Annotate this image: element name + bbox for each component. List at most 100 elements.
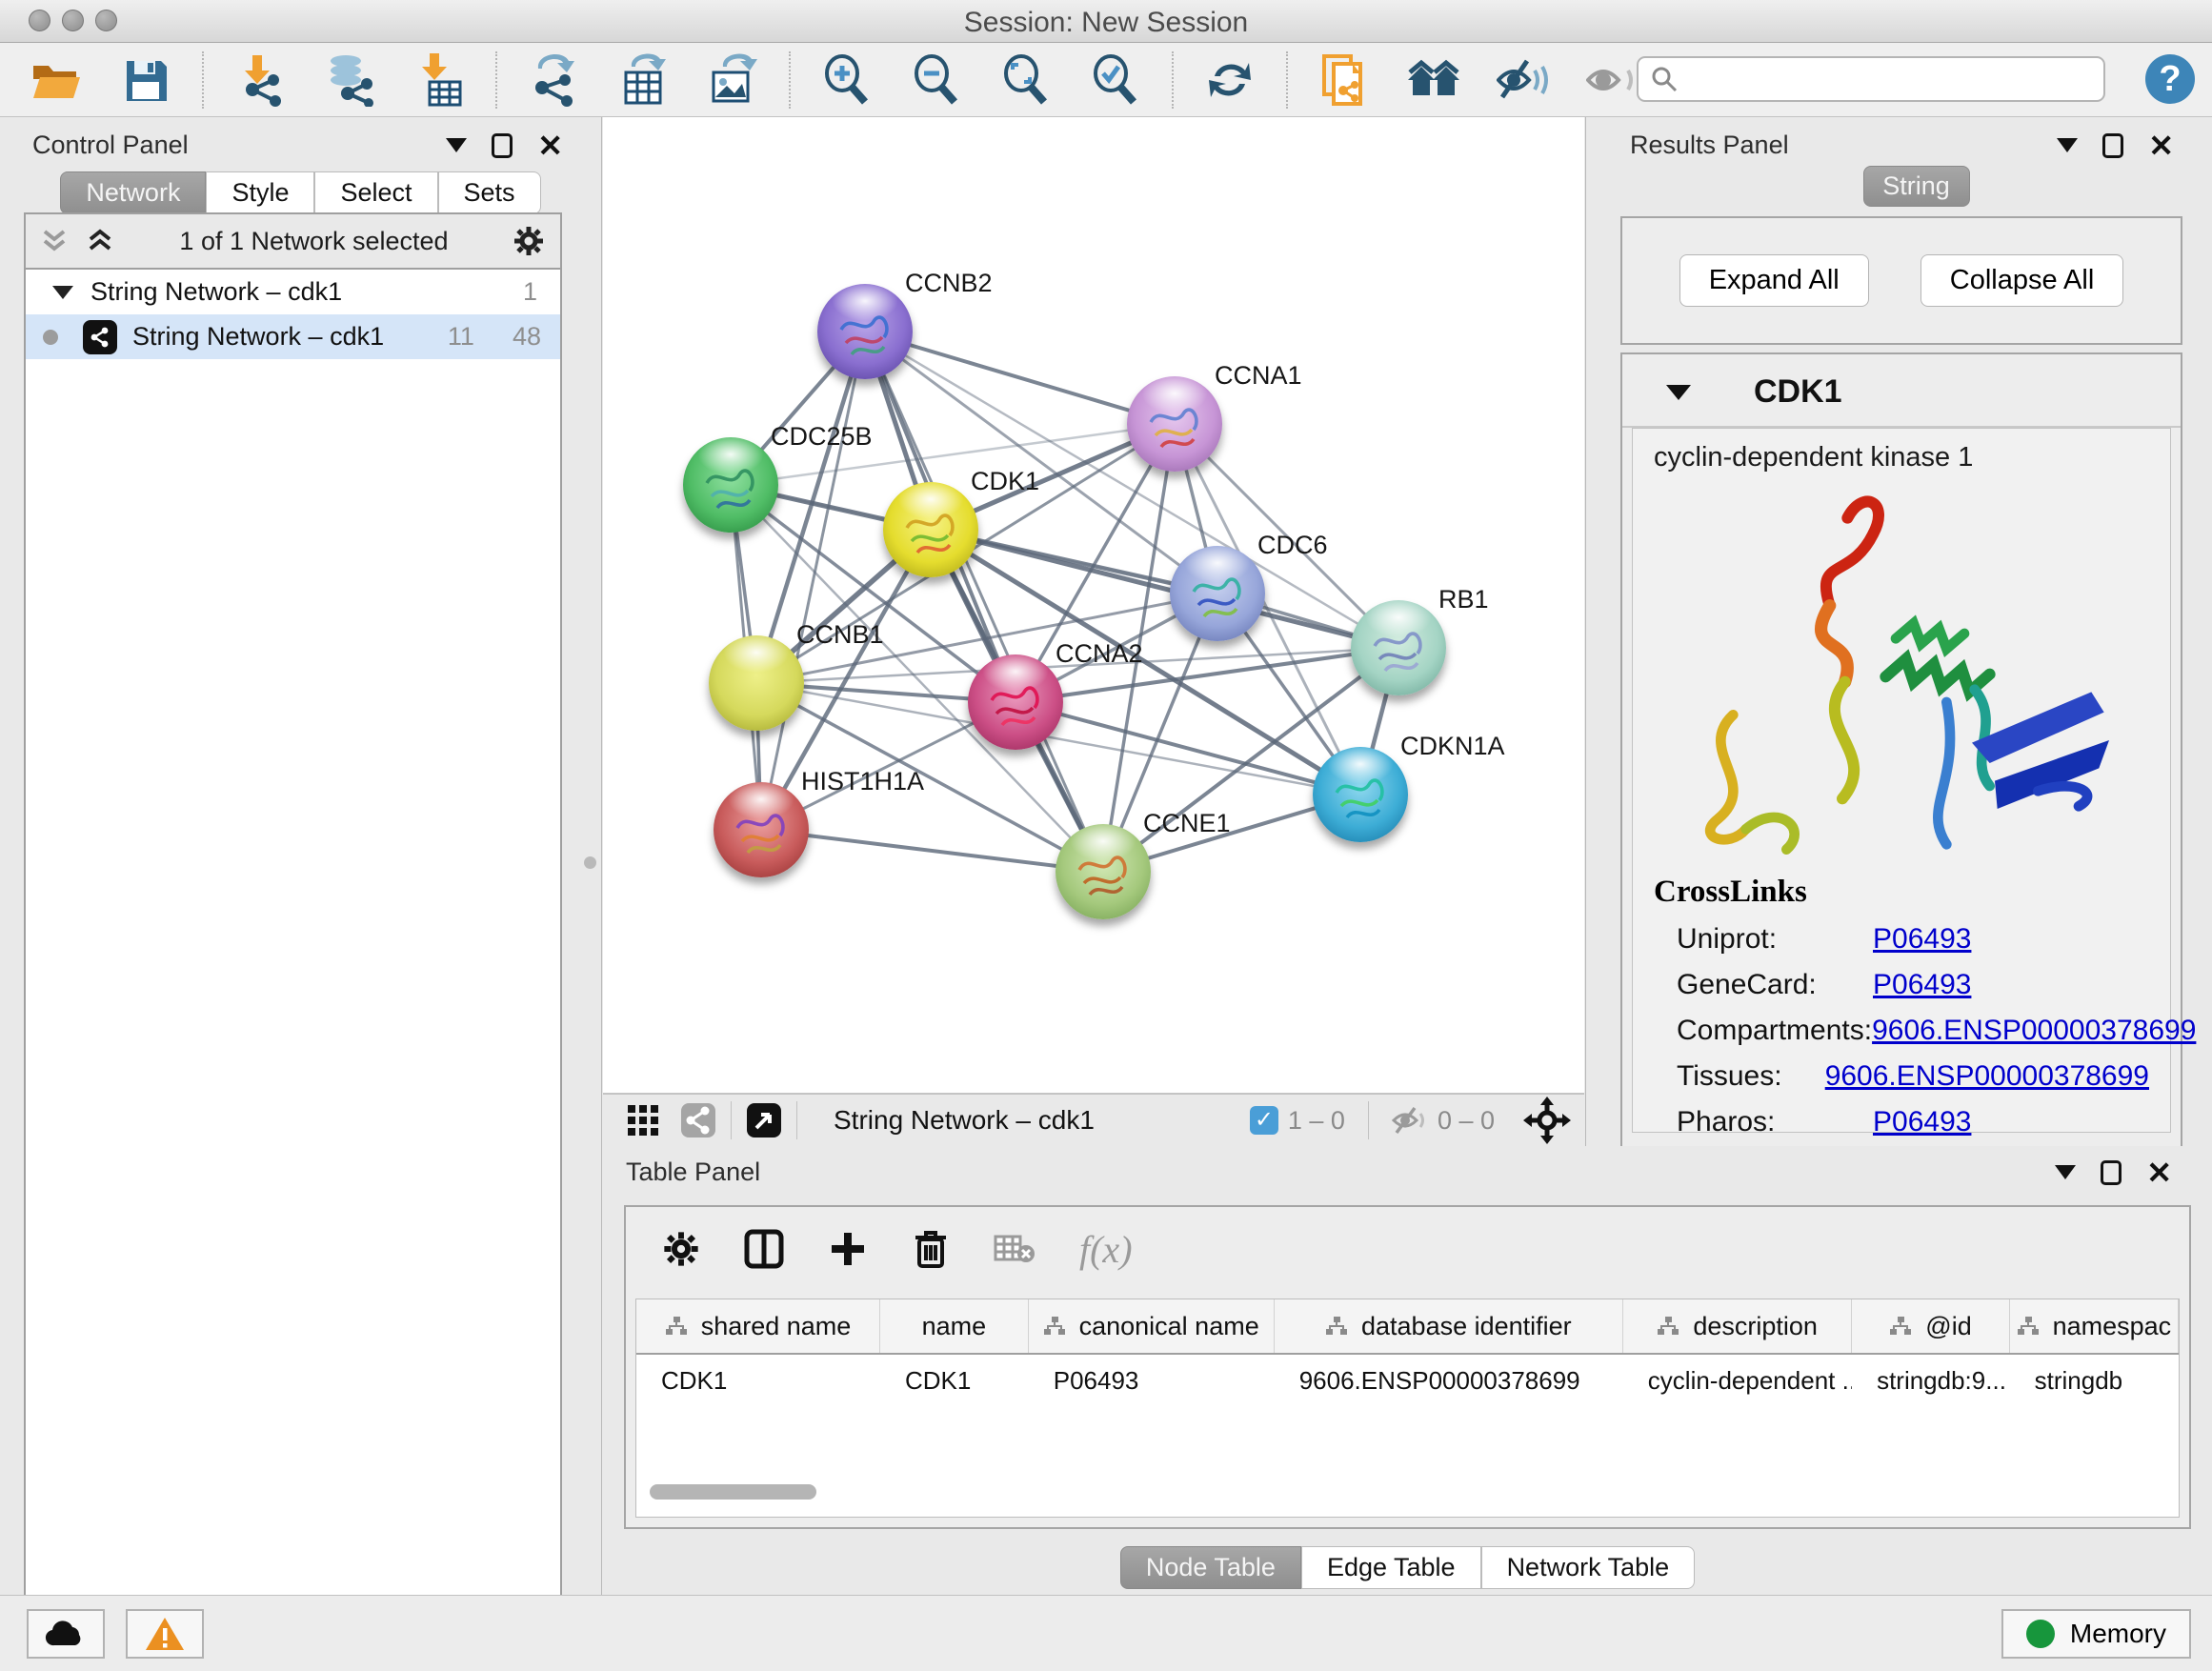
node-CDK1[interactable]: [883, 482, 978, 577]
import-network-database-button[interactable]: [322, 52, 377, 108]
import-network-file-button[interactable]: [232, 52, 288, 108]
column-header-namespac[interactable]: namespac: [2010, 1299, 2179, 1353]
table-cell[interactable]: CDK1: [636, 1355, 880, 1408]
column-header-canonical-name[interactable]: canonical name: [1029, 1299, 1275, 1353]
column-header-shared-name[interactable]: shared name: [636, 1299, 880, 1353]
network-canvas[interactable]: CCNB2CCNA1CDC25BCDK1CDC6RB1CCNB1CCNA2CDK…: [603, 117, 1584, 1094]
table-options-gear-icon[interactable]: [662, 1230, 700, 1268]
results-panel-float-icon[interactable]: [2102, 133, 2123, 158]
zoom-in-button[interactable]: [819, 52, 875, 108]
node-CDC25B[interactable]: [683, 437, 778, 533]
delete-column-trash-icon[interactable]: [912, 1228, 950, 1270]
export-network-button[interactable]: [526, 52, 581, 108]
protein-collapse-icon[interactable]: [1666, 385, 1691, 400]
collection-expand-icon[interactable]: [52, 286, 73, 299]
warnings-button[interactable]: [126, 1609, 204, 1659]
edge-CDK1-RB1[interactable]: [931, 530, 1398, 648]
column-header-name[interactable]: name: [880, 1299, 1029, 1353]
save-session-button[interactable]: [118, 52, 173, 108]
control-panel-menu-icon[interactable]: [446, 138, 467, 152]
tab-select[interactable]: Select: [314, 171, 437, 214]
node-CCNE1[interactable]: [1056, 824, 1151, 919]
string-view-icon[interactable]: [679, 1101, 717, 1139]
column-header-description[interactable]: description: [1623, 1299, 1852, 1353]
expand-all-icon[interactable]: [87, 228, 115, 254]
open-session-button[interactable]: [29, 52, 84, 108]
current-network-name: String Network – cdk1: [834, 1105, 1250, 1136]
crosslink-link[interactable]: P06493: [1873, 1106, 1971, 1138]
control-panel-close-icon[interactable]: ✕: [537, 133, 563, 158]
network-row[interactable]: String Network – cdk1 11 48: [26, 314, 560, 359]
export-image-button[interactable]: [705, 52, 760, 108]
birds-eye-view-icon[interactable]: [745, 1101, 783, 1139]
table-horizontal-scrollbar[interactable]: [650, 1484, 1031, 1500]
collapse-all-icon[interactable]: [41, 228, 70, 254]
table-cell[interactable]: CDK1: [880, 1355, 1029, 1408]
network-collection-row[interactable]: String Network – cdk1 1: [26, 270, 560, 314]
search-input[interactable]: [1679, 64, 2088, 95]
cloud-status-button[interactable]: [27, 1609, 105, 1659]
add-column-icon[interactable]: [828, 1229, 868, 1269]
table-panel-float-icon[interactable]: [2101, 1160, 2122, 1185]
grid-view-icon[interactable]: [624, 1101, 662, 1139]
expand-all-button[interactable]: Expand All: [1679, 254, 1869, 307]
column-header-label: name: [922, 1312, 987, 1341]
first-neighbors-button[interactable]: [1406, 52, 1461, 108]
table-cell[interactable]: stringdb: [2010, 1355, 2179, 1408]
node-CCNB2[interactable]: [817, 284, 913, 379]
column-header--id[interactable]: @id: [1852, 1299, 2009, 1353]
table-row[interactable]: CDK1CDK1P064939606.ENSP00000378699cyclin…: [636, 1355, 2179, 1408]
node-RB1[interactable]: [1351, 600, 1446, 695]
column-type-icon: [665, 1316, 688, 1337]
node-CCNB1[interactable]: [709, 635, 804, 731]
collapse-all-button[interactable]: Collapse All: [1920, 254, 2124, 307]
column-header-database-identifier[interactable]: database identifier: [1275, 1299, 1623, 1353]
crosslink-link[interactable]: 9606.ENSP00000378699: [1825, 1060, 2149, 1093]
protein-section-header[interactable]: CDK1: [1622, 354, 2181, 428]
hide-selected-button[interactable]: [1496, 52, 1551, 108]
show-columns-icon[interactable]: [744, 1229, 784, 1269]
zoom-fit-button[interactable]: [998, 52, 1054, 108]
tab-string[interactable]: String: [1863, 166, 1970, 207]
tab-network[interactable]: Network: [60, 171, 206, 214]
tab-style[interactable]: Style: [206, 171, 314, 214]
table-cell[interactable]: P06493: [1029, 1355, 1275, 1408]
export-table-button[interactable]: [615, 52, 671, 108]
table-panel-close-icon[interactable]: ✕: [2146, 1160, 2172, 1185]
network-options-gear-icon[interactable]: [513, 225, 545, 257]
results-panel-close-icon[interactable]: ✕: [2148, 133, 2174, 158]
tab-node-table[interactable]: Node Table: [1120, 1546, 1301, 1589]
crosslink-link[interactable]: 9606.ENSP00000378699: [1872, 1015, 2196, 1047]
edge-HIST1H1A-CCNE1[interactable]: [761, 830, 1103, 872]
collection-count: 1: [523, 277, 537, 307]
memory-button[interactable]: Memory: [2001, 1609, 2191, 1659]
results-panel-menu-icon[interactable]: [2057, 138, 2078, 152]
control-panel-float-icon[interactable]: [492, 133, 513, 158]
table-panel-menu-icon[interactable]: [2055, 1165, 2076, 1179]
main-toolbar: ?: [0, 43, 2212, 117]
tab-sets[interactable]: Sets: [438, 171, 541, 214]
tab-edge-table[interactable]: Edge Table: [1301, 1546, 1481, 1589]
table-cell[interactable]: 9606.ENSP00000378699: [1275, 1355, 1623, 1408]
node-CCNA2[interactable]: [968, 654, 1063, 750]
help-button[interactable]: ?: [2145, 54, 2195, 104]
tab-network-table[interactable]: Network Table: [1481, 1546, 1696, 1589]
zoom-out-button[interactable]: [909, 52, 964, 108]
import-table-file-button[interactable]: [412, 52, 467, 108]
show-all-button[interactable]: [1585, 52, 1640, 108]
left-splitter-handle[interactable]: [584, 856, 596, 869]
node-CCNA1[interactable]: [1127, 376, 1222, 472]
node-CDC6[interactable]: [1170, 546, 1265, 641]
node-CDKN1A[interactable]: [1313, 747, 1408, 842]
selected-checkbox-icon[interactable]: ✓: [1250, 1106, 1278, 1135]
duplicate-network-button[interactable]: [1317, 52, 1372, 108]
fit-content-crosshair-icon[interactable]: [1523, 1097, 1571, 1144]
refresh-view-button[interactable]: [1202, 52, 1257, 108]
zoom-selected-button[interactable]: [1088, 52, 1143, 108]
crosslink-link[interactable]: P06493: [1873, 923, 1971, 956]
table-cell[interactable]: stringdb:9...: [1852, 1355, 2010, 1408]
edge-CCNB2-HIST1H1A[interactable]: [761, 332, 865, 830]
table-cell[interactable]: cyclin-dependent ...: [1623, 1355, 1852, 1408]
crosslink-link[interactable]: P06493: [1873, 969, 1971, 1001]
node-HIST1H1A[interactable]: [714, 782, 809, 877]
